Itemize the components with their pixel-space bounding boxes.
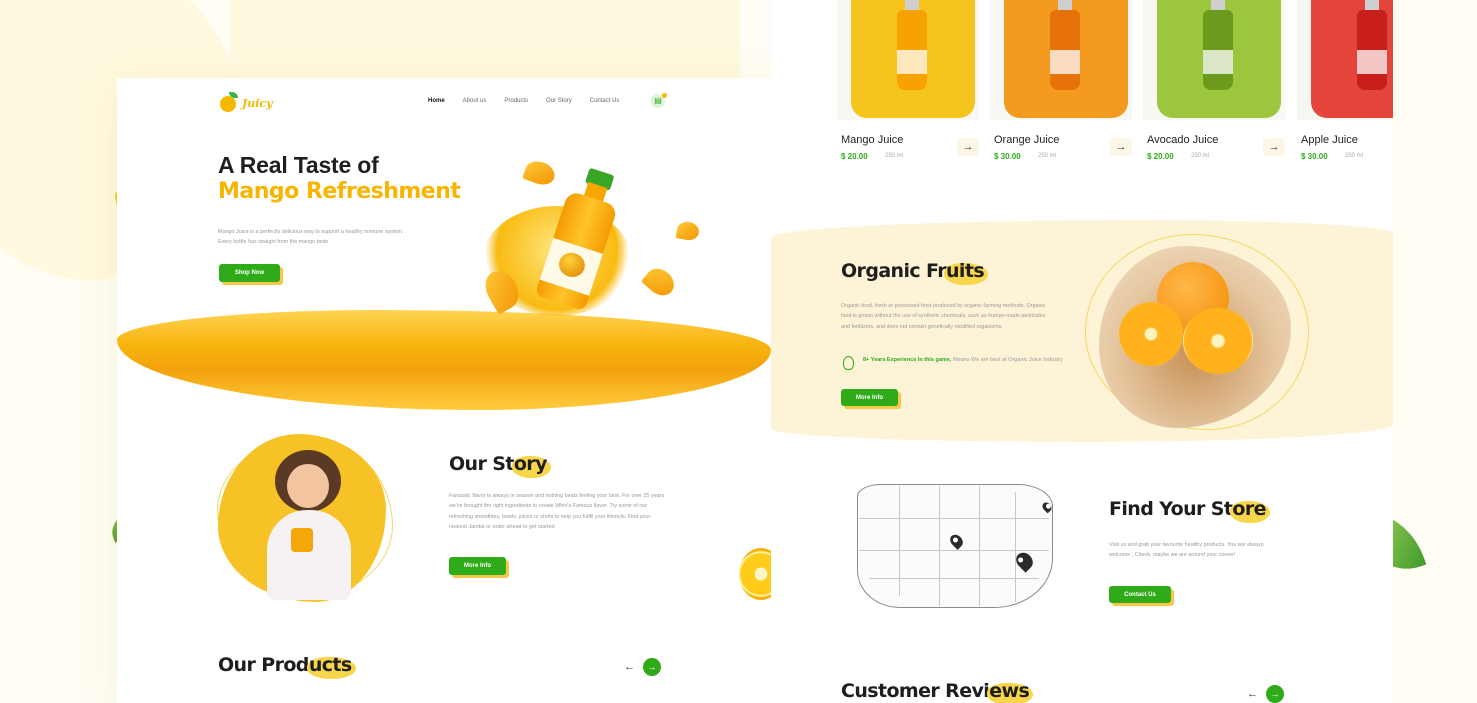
product-price: $ 30.00 (994, 152, 1021, 161)
nav-item-home[interactable]: Home (428, 98, 445, 104)
nav-item-about[interactable]: About us (463, 98, 487, 104)
our-products-title: Our Products (218, 654, 352, 676)
product-name: Mango Juice (841, 134, 904, 146)
product-quantity: 250 ml (1191, 153, 1210, 159)
find-your-store-title: Find Your Store (1109, 498, 1266, 520)
hero-description: Mango Juice is a perfectly delicious way… (218, 229, 404, 245)
mango-slice-decoration (640, 263, 680, 301)
reviews-carousel-controls: ← → (1247, 685, 1284, 703)
hero-title: A Real Taste of (218, 152, 379, 178)
brand-logo[interactable]: Juicy (218, 90, 272, 116)
orange-half-image (1119, 302, 1183, 366)
nav-menu: Home About us Products Our Story Contact… (428, 98, 619, 104)
usa-map-image (839, 478, 1075, 628)
nav-item-products[interactable]: Products (504, 98, 528, 104)
product-price: $ 20.00 (1147, 152, 1174, 161)
our-story-description: Fantastic flavor is always in season and… (449, 493, 665, 530)
organic-more-info-button[interactable]: More Info (841, 389, 898, 406)
arrow-right-icon[interactable]: → (1263, 138, 1285, 156)
arrow-left-icon[interactable]: ← (1247, 688, 1258, 700)
product-price: $ 30.00 (1301, 152, 1328, 161)
mango-logo-icon (218, 90, 240, 116)
background-blob (230, 0, 740, 80)
product-price: $ 20.00 (841, 152, 868, 161)
product-quantity: 250 ml (1038, 153, 1057, 159)
brand-name: Juicy (242, 96, 273, 110)
experience-text: 8+ Years Experience In this game, Means … (863, 357, 1063, 363)
lemon-slice-decoration (739, 548, 771, 600)
our-story-title: Our Story (449, 453, 547, 475)
juice-bottle-image (1203, 0, 1233, 92)
landing-page-left: Juicy Home About us Products Our Story C… (117, 78, 771, 703)
products-carousel-controls: ← → (624, 658, 661, 676)
product-name: Apple Juice (1301, 134, 1358, 146)
shop-now-button[interactable]: Shop Now (219, 264, 280, 282)
arrow-right-icon[interactable]: → (1266, 685, 1284, 703)
story-more-info-button[interactable]: More Info (449, 557, 506, 575)
product-quantity: 250 ml (885, 153, 904, 159)
juice-bottle-image (1357, 0, 1387, 92)
arrow-right-icon[interactable]: → (957, 138, 979, 156)
contact-us-button[interactable]: Contact Us (1109, 586, 1171, 603)
hero-subtitle: Mango Refreshment (218, 179, 461, 204)
child-drinking-juice-image (267, 450, 351, 602)
basket-icon[interactable]: ▤ (651, 93, 667, 108)
juice-bottle-image (1050, 0, 1080, 92)
orange-half-image (1183, 308, 1253, 374)
nav-item-our-story[interactable]: Our Story (546, 98, 572, 104)
arrow-right-icon[interactable]: → (643, 658, 661, 676)
arrow-left-icon[interactable]: ← (624, 661, 635, 673)
top-navigation: Juicy Home About us Products Our Story C… (117, 78, 771, 128)
product-name: Orange Juice (994, 134, 1060, 146)
juice-splash-wave (117, 310, 771, 410)
product-name: Avocado Juice (1147, 134, 1219, 146)
landing-page-right: Mango Juice $ 20.00 250 ml → Orange Juic… (771, 0, 1393, 703)
store-description: Visit us and grab your favourite healthy… (1109, 542, 1264, 559)
product-quantity: 250 ml (1345, 153, 1364, 159)
organic-fruits-title: Organic Fruits (841, 260, 985, 282)
customer-reviews-title: Customer Reviews (841, 680, 1030, 702)
nav-item-contact[interactable]: Contact Us (590, 98, 620, 104)
award-badge-icon (843, 356, 854, 370)
arrow-right-icon[interactable]: → (1110, 138, 1132, 156)
mango-slice-decoration (675, 220, 701, 242)
mango-slice-decoration (522, 157, 558, 189)
organic-description: Organic food, fresh or processed food pr… (841, 303, 1046, 330)
juice-bottle-image (897, 0, 927, 92)
